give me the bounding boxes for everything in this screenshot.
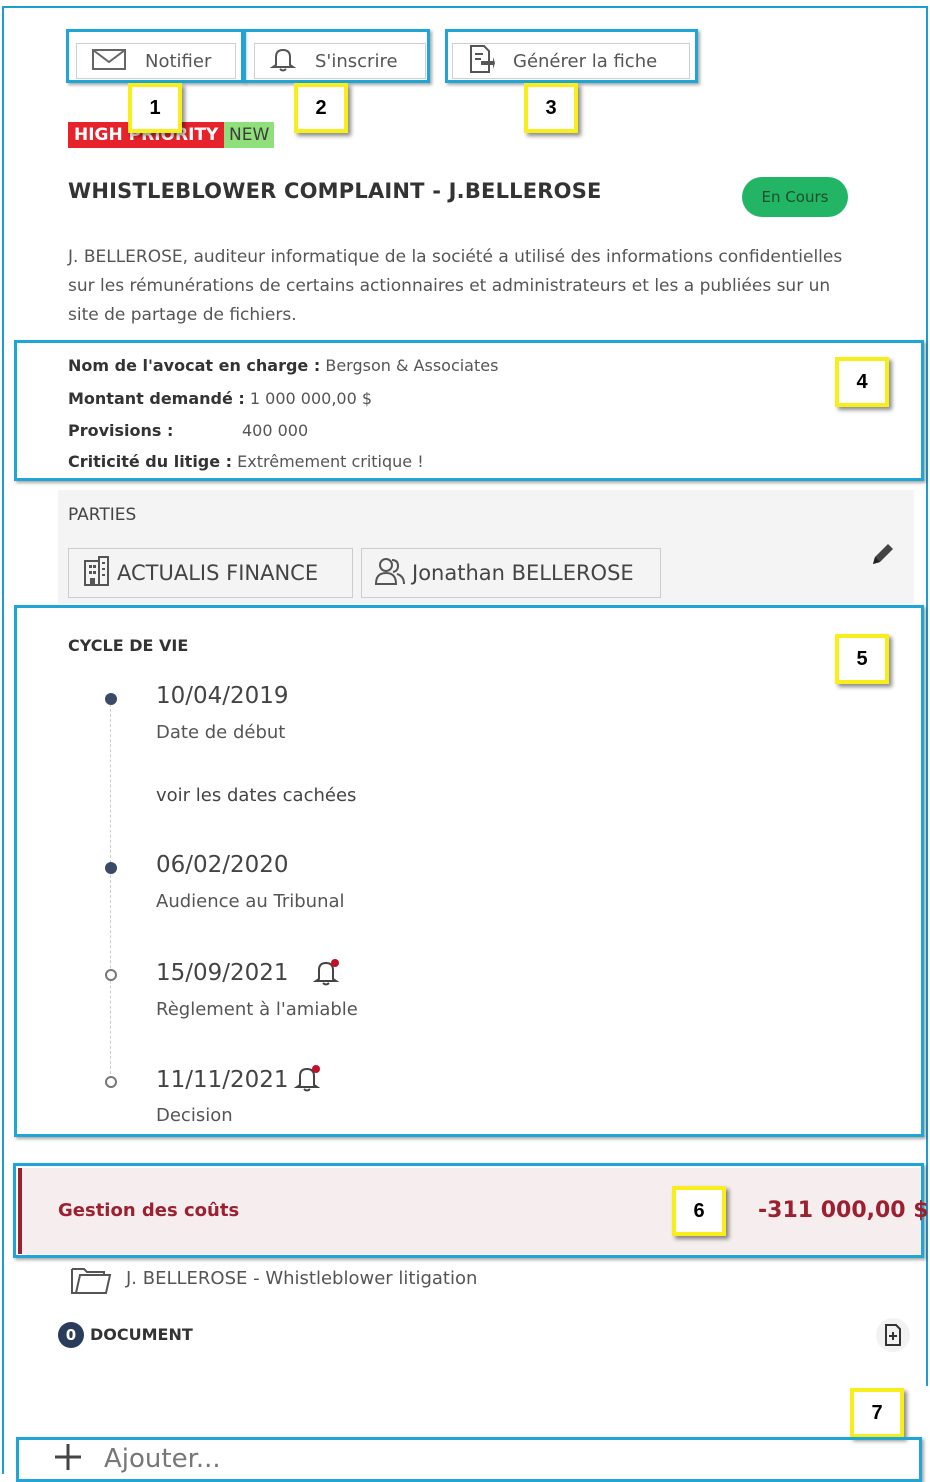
info-value: 400 000 xyxy=(242,421,309,440)
show-hidden-dates-link[interactable]: voir les dates cachées xyxy=(156,785,356,806)
callout-1: 1 xyxy=(128,83,182,133)
info-label: Provisions : xyxy=(68,421,174,440)
info-label: Nom de l'avocat en charge : xyxy=(68,356,321,375)
callout-4: 4 xyxy=(835,357,889,407)
event-date: 10/04/2019 xyxy=(156,683,289,709)
info-value: Extrêmement critique ! xyxy=(237,452,424,471)
callout-6: 6 xyxy=(672,1186,726,1236)
highlight-lifecycle xyxy=(14,605,924,1137)
callout-2: 2 xyxy=(294,83,348,133)
add-document-icon[interactable] xyxy=(876,1318,910,1352)
case-description: J. BELLEROSE, auditeur informatique de l… xyxy=(68,247,843,325)
info-provisions: Provisions : 400 000 xyxy=(68,421,308,440)
highlight-subscribe xyxy=(243,29,430,83)
people-icon xyxy=(374,556,406,591)
bell-alert-icon[interactable] xyxy=(293,1063,323,1097)
event-label: Decision xyxy=(156,1105,233,1126)
party-label: Jonathan BELLEROSE xyxy=(412,561,634,585)
event-date: 11/11/2021 xyxy=(156,1067,289,1093)
event-label: Audience au Tribunal xyxy=(156,891,345,912)
callout-3: 3 xyxy=(524,83,578,133)
event-date: 15/09/2021 xyxy=(156,960,289,986)
documents-label: DOCUMENT xyxy=(90,1325,193,1344)
info-value: Bergson & Associates xyxy=(325,356,499,375)
cost-label: Gestion des coûts xyxy=(58,1200,240,1221)
info-amount: Montant demandé : 1 000 000,00 $ xyxy=(68,389,372,408)
timeline-line xyxy=(110,699,111,1084)
timeline-dot-empty xyxy=(105,1076,117,1088)
document-count-badge: 0 xyxy=(58,1322,84,1348)
bell-alert-icon[interactable] xyxy=(312,957,342,991)
timeline-dot xyxy=(105,862,117,874)
info-label: Criticité du litige : xyxy=(68,452,233,471)
info-label: Montant demandé : xyxy=(68,389,245,408)
status-badge[interactable]: En Cours xyxy=(742,177,848,217)
timeline-dot-empty xyxy=(105,969,117,981)
callout-7: 7 xyxy=(850,1388,904,1438)
page-frame-edge xyxy=(926,6,928,1386)
info-criticality: Criticité du litige : Extrêmement critiq… xyxy=(68,452,424,471)
timeline-dot xyxy=(105,693,117,705)
highlight-notify xyxy=(66,29,244,83)
party-chip-company[interactable]: ACTUALIS FINANCE xyxy=(68,548,353,598)
party-chip-person[interactable]: Jonathan BELLEROSE xyxy=(361,548,661,598)
add-placeholder: Ajouter... xyxy=(104,1444,221,1474)
parties-title: PARTIES xyxy=(68,505,137,525)
add-input[interactable]: Ajouter... xyxy=(52,1441,221,1477)
event-date: 06/02/2020 xyxy=(156,852,289,878)
plus-icon xyxy=(52,1441,84,1477)
party-label: ACTUALIS FINANCE xyxy=(117,561,319,585)
highlight-generate xyxy=(445,29,698,83)
new-badge: NEW xyxy=(224,122,275,148)
callout-5: 5 xyxy=(835,634,889,684)
info-value: 1 000 000,00 $ xyxy=(249,389,373,408)
cost-value: -311 000,00 $ xyxy=(758,1198,929,1223)
folder-label[interactable]: J. BELLEROSE - Whistleblower litigation xyxy=(126,1268,477,1289)
lifecycle-title: CYCLE DE VIE xyxy=(68,636,189,655)
event-label: Date de début xyxy=(156,722,286,743)
info-lawyer: Nom de l'avocat en charge : Bergson & As… xyxy=(68,356,498,375)
event-label: Règlement à l'amiable xyxy=(156,999,358,1020)
folder-icon xyxy=(70,1263,112,1301)
edit-pencil-icon[interactable] xyxy=(870,541,896,571)
building-icon xyxy=(81,555,111,592)
case-title: WHISTLEBLOWER COMPLAINT - J.BELLEROSE xyxy=(68,179,602,203)
